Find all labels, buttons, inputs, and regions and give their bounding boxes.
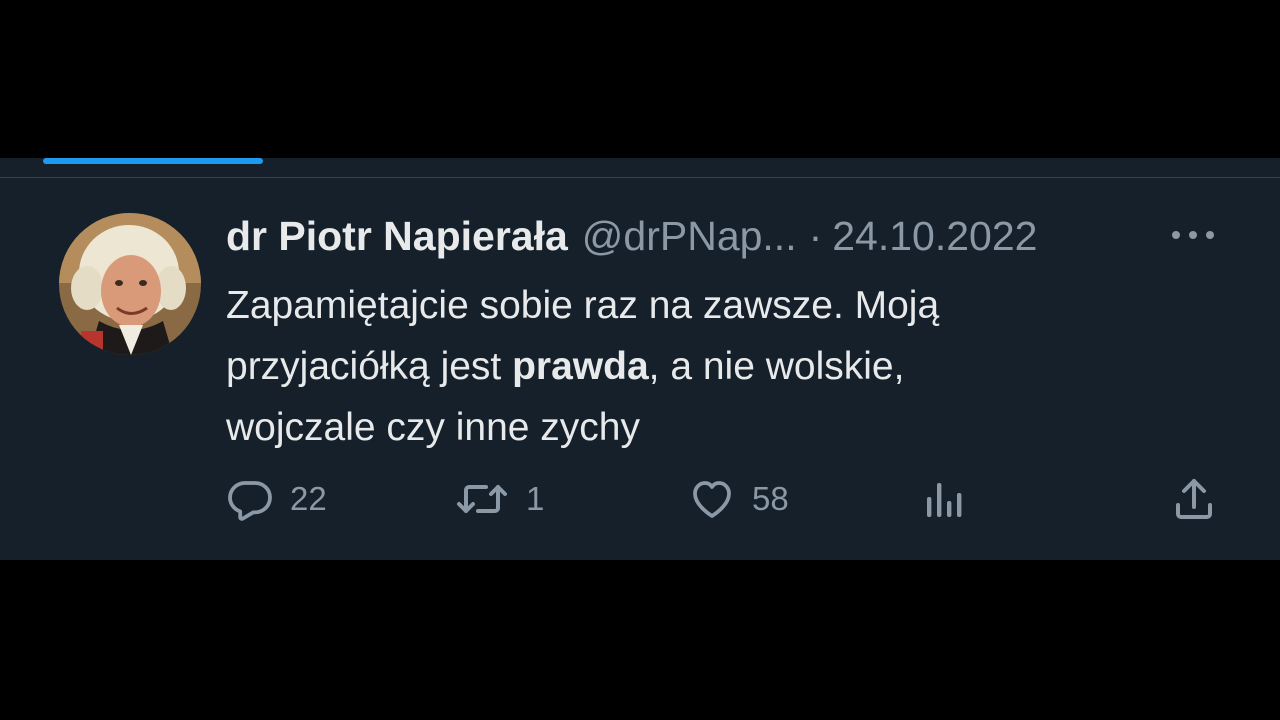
views-button[interactable] bbox=[920, 474, 968, 524]
retweet-icon bbox=[457, 485, 507, 513]
reply-button[interactable]: 22 bbox=[226, 474, 327, 524]
avatar[interactable] bbox=[59, 213, 201, 355]
tweet-text-segment: , a nie wolskie, bbox=[648, 345, 905, 388]
reply-icon bbox=[228, 481, 272, 521]
author-display-name[interactable]: dr Piotr Napierała bbox=[226, 213, 568, 260]
tweet-text-line: Zapamiętajcie sobie raz na zawsze. Moją bbox=[226, 284, 940, 327]
reply-count: 22 bbox=[290, 480, 327, 517]
tweet-text-line: wojczale czy inne zychy bbox=[226, 406, 640, 449]
tab-bar bbox=[0, 158, 1280, 178]
share-button[interactable] bbox=[1170, 474, 1218, 524]
heart-icon bbox=[693, 481, 731, 518]
tweet-text-bold: prawda bbox=[512, 345, 649, 388]
like-button[interactable]: 58 bbox=[688, 474, 789, 524]
retweet-count: 1 bbox=[526, 480, 545, 517]
tweet-card[interactable]: dr Piotr Napierała @drPNap... · 24.10.20… bbox=[0, 158, 1280, 560]
author-handle[interactable]: @drPNap... bbox=[582, 213, 797, 260]
bar-chart-icon bbox=[927, 483, 962, 517]
retweet-button[interactable]: 1 bbox=[454, 474, 544, 524]
tweet-header: dr Piotr Napierała @drPNap... · 24.10.20… bbox=[226, 210, 1037, 262]
like-count: 58 bbox=[752, 480, 789, 517]
tweet-text-line: przyjaciółką jest prawda, a nie wolskie, bbox=[226, 336, 1186, 397]
avatar-portrait-icon bbox=[59, 213, 201, 355]
tweet-text-segment: przyjaciółką jest bbox=[226, 345, 513, 388]
tweet-date[interactable]: 24.10.2022 bbox=[832, 213, 1037, 260]
tweet-text: Zapamiętajcie sobie raz na zawsze. Moją … bbox=[226, 275, 1186, 458]
active-tab-indicator bbox=[43, 158, 263, 164]
header-separator: · bbox=[808, 212, 823, 259]
more-options-button[interactable] bbox=[1168, 220, 1218, 250]
more-horizontal-icon bbox=[1172, 231, 1180, 239]
share-icon bbox=[1176, 479, 1212, 519]
